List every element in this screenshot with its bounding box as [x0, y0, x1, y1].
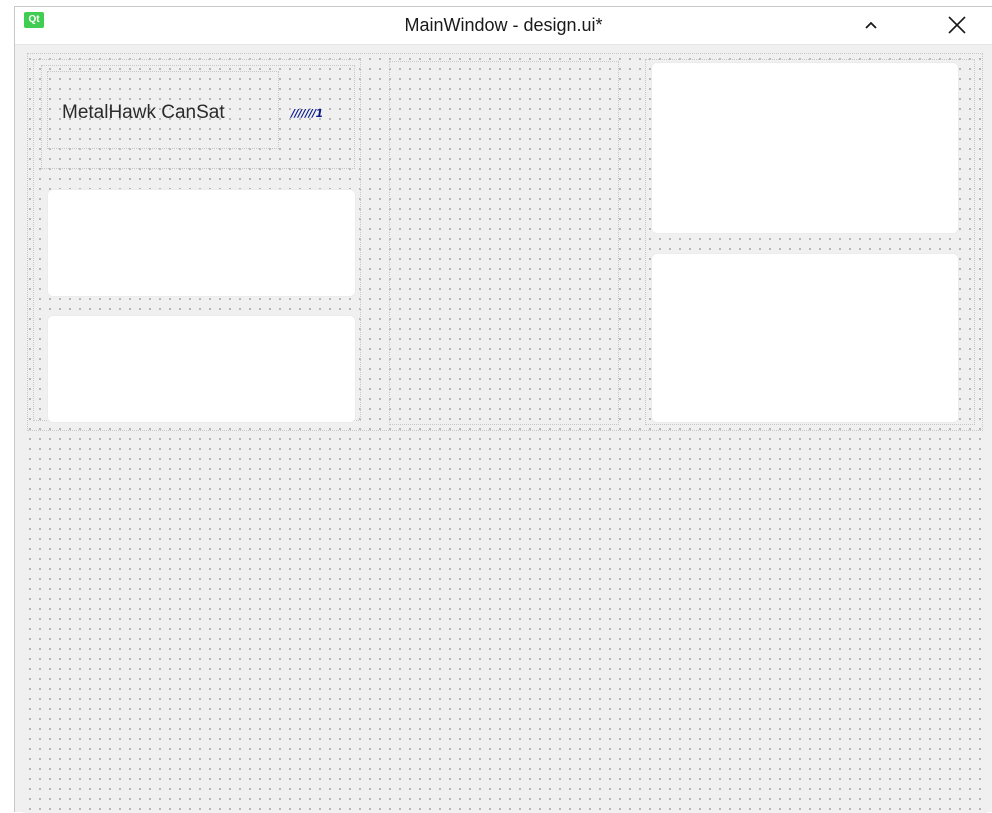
middle-frame[interactable] — [389, 61, 619, 425]
left-top-panel[interactable] — [47, 189, 356, 297]
close-button[interactable] — [937, 9, 977, 41]
left-bottom-panel[interactable] — [47, 315, 356, 423]
collapse-button[interactable] — [851, 9, 891, 41]
window-title: MainWindow - design.ui* — [404, 15, 603, 35]
title-label[interactable]: MetalHawk CanSat — [62, 102, 225, 124]
central-widget-form[interactable]: MetalHawk CanSat ///////1 — [23, 51, 987, 813]
close-icon — [948, 16, 966, 34]
title-bar[interactable]: Qt MainWindow - design.ui* — [15, 7, 992, 45]
main-window: Qt MainWindow - design.ui* MetalHawk Can… — [14, 6, 992, 813]
chevron-up-icon — [865, 21, 877, 29]
right-top-panel[interactable] — [651, 62, 959, 234]
right-bottom-panel[interactable] — [651, 253, 959, 423]
custom-widget-placeholder[interactable]: ///////1 — [291, 107, 323, 120]
